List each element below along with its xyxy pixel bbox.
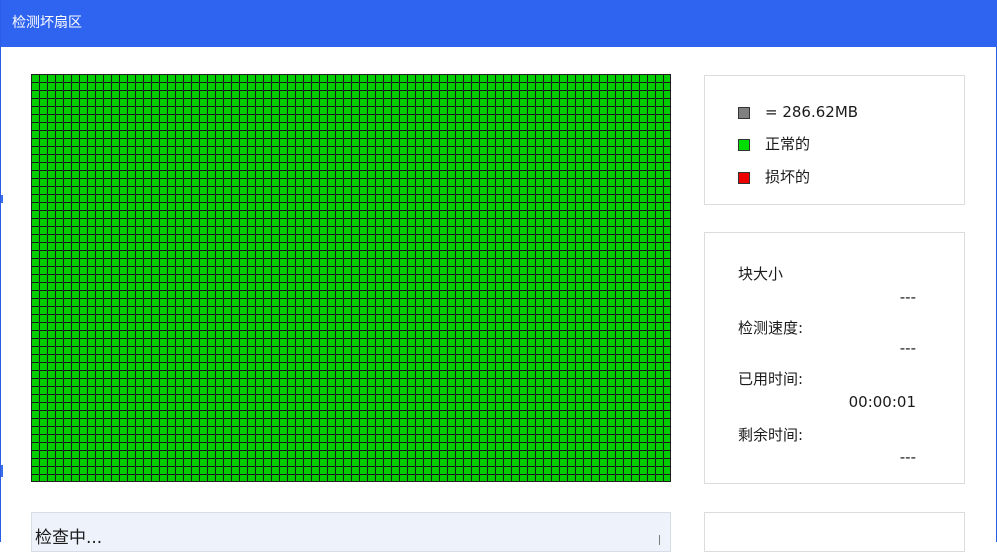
block-size-label: 块大小 — [738, 265, 784, 283]
remaining-label: 剩余时间: — [738, 426, 804, 444]
gray-square-icon — [738, 107, 750, 119]
legend-label: 正常的 — [765, 135, 811, 153]
remaining-value: --- — [899, 448, 916, 466]
legend-label: 损坏的 — [765, 168, 811, 186]
speed-label: 检测速度: — [738, 319, 804, 337]
status-text: 检查中... — [35, 528, 103, 548]
sector-block-map — [31, 74, 671, 482]
legend-panel: = 286.62MB 正常的 损坏的 — [704, 75, 965, 205]
title-bar[interactable]: 检测坏扇区 — [1, 0, 997, 47]
status-log-box[interactable]: 检查中... — [31, 512, 671, 552]
elapsed-value: 00:00:01 — [848, 393, 916, 411]
stats-panel: 块大小 --- 检测速度: --- 已用时间: 00:00:01 剩余时间: -… — [704, 232, 965, 484]
bad-sector-check-window: 检测坏扇区 = 286.62MB 正常的 损坏的 块大小 --- 检测速度: -… — [0, 0, 997, 552]
legend-label: = 286.62MB — [765, 103, 859, 121]
bottom-right-panel — [704, 512, 965, 552]
window-edge-mark — [1, 195, 3, 203]
window-edge-mark — [1, 465, 3, 477]
speed-value: --- — [899, 339, 916, 357]
block-size-value: --- — [899, 288, 916, 306]
scrollbar[interactable] — [659, 535, 660, 545]
window-title: 检测坏扇区 — [12, 15, 82, 31]
red-square-icon — [738, 172, 750, 184]
elapsed-label: 已用时间: — [738, 370, 804, 388]
green-square-icon — [738, 139, 750, 151]
